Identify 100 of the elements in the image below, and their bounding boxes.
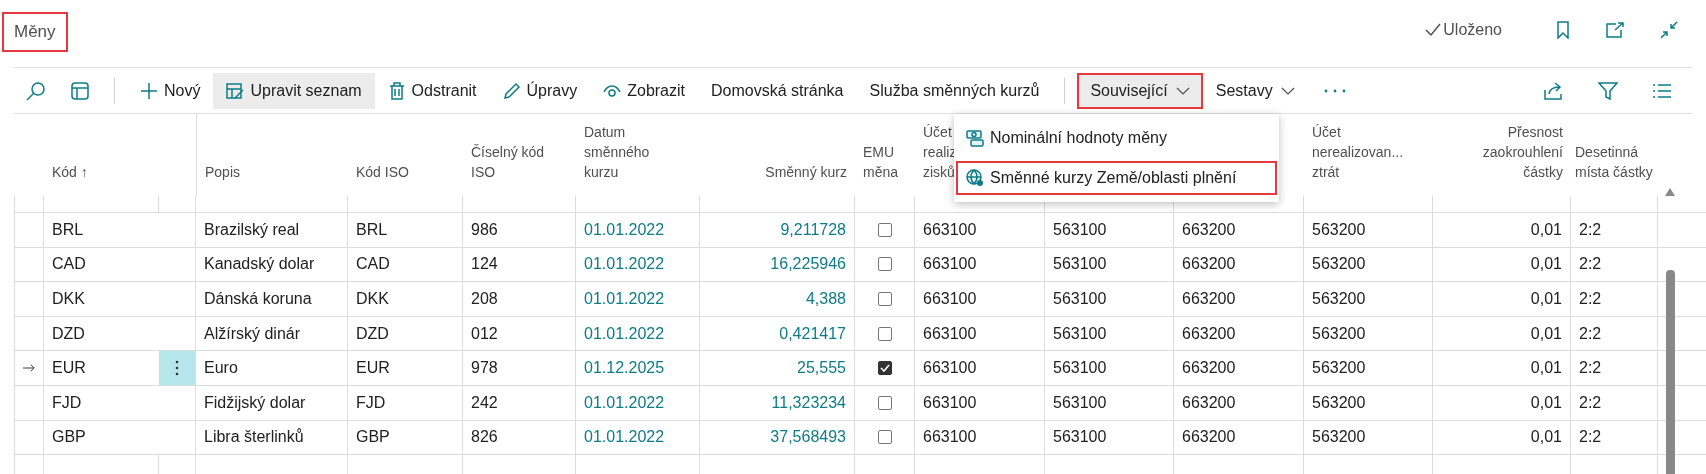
menu-item[interactable]: Nominální hodnoty měny [956, 121, 1277, 155]
table-cell-text: 826 [471, 427, 498, 448]
table-cell-text: BRL [52, 219, 84, 240]
checkbox[interactable] [877, 326, 892, 341]
toolbar-button[interactable]: Zobrazit [590, 72, 698, 109]
page-title: Měny [2, 12, 68, 52]
table-cell-text: 0,01 [1530, 254, 1562, 275]
table-cell-text: 012 [471, 323, 498, 344]
table-cell-text: 986 [471, 219, 498, 240]
rate-link[interactable]: 37,568493 [770, 425, 846, 450]
rate-link[interactable]: 4,388 [805, 287, 846, 311]
column-header[interactable]: Popis [205, 162, 241, 182]
checkbox[interactable] [877, 395, 892, 410]
table-cell-text: 2:2 [1579, 254, 1602, 275]
table-cell-text: 0,01 [1530, 427, 1562, 448]
table-row[interactable]: EUR Euro EUR 978 01.12.2025 25,555 663100 563100 663200 563200 0,01 2:2 [14, 351, 1706, 386]
column-header[interactable]: Desetinná místa částky [1575, 142, 1658, 182]
date-link[interactable]: 01.01.2022 [584, 390, 665, 415]
date-link[interactable]: 01.01.2022 [584, 425, 665, 450]
toolbar-button[interactable]: Služba směnných kurzů [856, 72, 1053, 109]
toolbar-button[interactable]: Nový [127, 72, 214, 109]
toolbar-button[interactable]: Úpravy [489, 72, 591, 109]
current-row-arrow-icon [23, 363, 35, 374]
column-header[interactable]: Datum směnného kurzu [584, 122, 664, 182]
table-cell-text: 663200 [1182, 358, 1236, 379]
scrollbar-thumb[interactable] [1666, 270, 1675, 474]
table-cell-text: 663200 [1182, 323, 1236, 344]
column-header[interactable]: EMU měna [863, 142, 907, 182]
date-link[interactable]: 01.01.2022 [584, 217, 665, 242]
table-cell-text: Euro [204, 358, 238, 379]
rate-link[interactable]: 9,211728 [780, 217, 846, 242]
date-link[interactable]: 01.01.2022 [584, 321, 665, 346]
personalize-icon [70, 80, 90, 101]
checkbox[interactable] [877, 430, 892, 445]
table-cell-text: 663200 [1182, 254, 1236, 275]
table-cell-text: CAD [52, 254, 86, 275]
table-cell-text: FJD [52, 392, 82, 413]
table-cell-text: 563100 [1053, 392, 1107, 413]
checkbox[interactable] [877, 292, 892, 306]
table-cell-text: 563200 [1312, 219, 1366, 240]
table-cell-text: 2:2 [1579, 358, 1602, 379]
table-cell-text: 208 [471, 289, 498, 309]
date-link[interactable]: 01.12.2025 [584, 356, 665, 381]
table-cell-text: Fidžijský dolar [204, 392, 306, 413]
table-row[interactable]: CAD Kanadský dolar CAD 124 01.01.2022 16,225946 663100 563100 663200 563200 0,01 2:2 [14, 247, 1706, 283]
date-link[interactable]: 01.01.2022 [584, 287, 665, 311]
rate-link[interactable]: 25,555 [797, 356, 846, 381]
rate-link[interactable]: 16,225946 [770, 252, 846, 277]
scroll-up-icon[interactable] [1665, 188, 1675, 196]
column-header[interactable]: Přesnost zaokrouhlení částky [1441, 122, 1563, 182]
toolbar-button[interactable]: Domovská stránka [698, 72, 857, 109]
table-cell-text: DZD [356, 323, 389, 344]
table-cell-text: 124 [471, 254, 498, 275]
table-cell-text: CAD [356, 254, 390, 275]
plus-icon [140, 81, 158, 100]
menu-item[interactable]: Směnné kurzy Země/oblasti plnění [956, 161, 1277, 195]
table-cell-text: 0,01 [1530, 323, 1562, 344]
row-menu-button[interactable] [175, 360, 179, 377]
edit-list-icon [226, 81, 245, 100]
table-cell-text: 663100 [923, 358, 977, 379]
checkbox[interactable] [877, 361, 892, 376]
table-row[interactable]: BRL Brazilský real BRL 986 01.01.2022 9,211728 663100 563100 663200 563200 0,01 2:2 [14, 213, 1706, 248]
table-cell-text: 563200 [1312, 392, 1366, 413]
table-cell-text: Libra šterlinků [204, 427, 304, 448]
table-cell-text: 663100 [923, 323, 977, 344]
column-header[interactable]: Číselný kód ISO [471, 142, 568, 182]
table-cell-text: Alžírský dinár [204, 323, 301, 344]
table-cell-text: 563200 [1312, 323, 1366, 344]
table-cell-text: 563100 [1053, 358, 1107, 379]
trash-icon [387, 81, 406, 100]
column-header[interactable]: Směnný kurz [765, 162, 847, 182]
table-cell-text: 563100 [1053, 323, 1107, 344]
table-cell-text: Kanadský dolar [204, 254, 315, 275]
date-link[interactable]: 01.01.2022 [584, 252, 665, 277]
saved-status: Uloženo [1443, 20, 1502, 40]
table-cell-text: 663100 [923, 392, 977, 413]
checkbox[interactable] [877, 222, 892, 237]
table-cell-text: BRL [356, 219, 388, 240]
table-cell-text: 242 [471, 392, 498, 413]
scrollbar[interactable] [1663, 186, 1677, 474]
column-header[interactable]: Kód ISO [356, 162, 409, 182]
rate-link[interactable]: 11,323234 [771, 390, 846, 415]
table-cell-text: 0,01 [1530, 219, 1562, 240]
toolbar-button[interactable]: Sestavy [1202, 72, 1308, 109]
table-cell-text: 0,01 [1530, 392, 1562, 413]
table-cell-text: Brazilský real [204, 219, 300, 240]
table-cell-text: 0,01 [1530, 289, 1562, 309]
column-header[interactable]: Účet nerealizovan... ztrát [1312, 122, 1425, 182]
table-cell-text: 978 [471, 358, 498, 379]
toolbar-button[interactable]: Upravit seznam [213, 72, 375, 109]
toolbar-button[interactable]: Odstranit [374, 72, 490, 109]
table-cell-text: 663100 [923, 254, 977, 275]
chevron-down-icon [1175, 86, 1190, 95]
chevron-down-icon [1280, 86, 1295, 95]
table-cell-text: 663100 [923, 289, 977, 309]
checkbox[interactable] [877, 257, 892, 272]
table-cell-text: 563200 [1312, 427, 1366, 448]
rate-link[interactable]: 0,421417 [779, 321, 846, 346]
toolbar-button[interactable]: Související [1077, 72, 1203, 109]
column-header[interactable]: Kód ↑ [52, 162, 88, 182]
